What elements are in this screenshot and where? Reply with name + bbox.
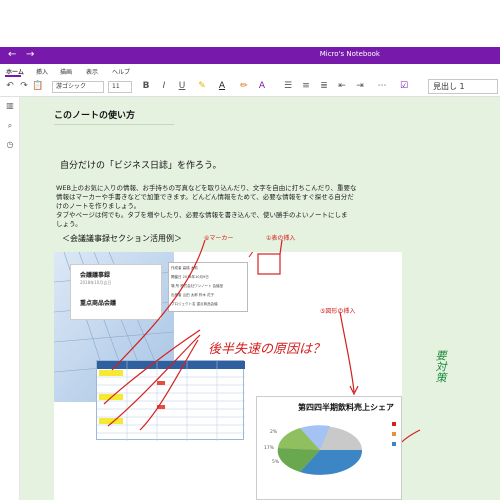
- paragraph-line[interactable]: しょう。: [56, 218, 82, 228]
- pie-percent-label: 17%: [264, 446, 275, 451]
- outdent-icon[interactable]: ⇤: [336, 80, 348, 92]
- ribbon-tabs: ホーム 挿入 描画 表示 ヘルプ: [0, 64, 500, 77]
- underline-button[interactable]: U: [176, 80, 188, 92]
- info-row: 作成者 高橋 大助: [171, 266, 198, 270]
- font-size-select[interactable]: 11: [108, 81, 132, 93]
- minutes-card-date: 2018年10月吉日: [80, 280, 112, 285]
- share-chart-title: 第四四半期飲料売上シェア: [298, 403, 394, 412]
- font-name-select[interactable]: 游ゴシック: [52, 81, 104, 93]
- tab-draw[interactable]: 描画: [60, 67, 72, 76]
- page-heading[interactable]: 自分だけの「ビジネス日誌」を作ろう。: [60, 158, 221, 171]
- redo-icon[interactable]: ↷: [18, 80, 30, 92]
- info-row: 場 所 株式会社ワンノート 会議室: [171, 284, 224, 288]
- title-bar: ← → Micro's Notebook: [0, 47, 500, 64]
- marker-annotation-label: ⑥マーカー: [204, 235, 234, 242]
- onenote-window: ← → Micro's Notebook ホーム 挿入 描画 表示 ヘルプ ↶ …: [0, 0, 500, 500]
- minutes-card-subtitle: 重点商品会議: [80, 300, 117, 307]
- indent-icon[interactable]: ⇥: [354, 80, 366, 92]
- minutes-card-title: 会議議事録: [80, 272, 111, 279]
- style-select[interactable]: 見出し 1: [428, 79, 498, 94]
- page-title[interactable]: このノートの使い方: [54, 108, 135, 121]
- bold-button[interactable]: B: [140, 80, 152, 92]
- undo-icon[interactable]: ↶: [4, 80, 16, 92]
- pie-percent-label: 2%: [270, 430, 278, 435]
- bullets-icon[interactable]: ☰: [282, 80, 294, 92]
- notebook-title: Micro's Notebook: [319, 50, 380, 58]
- info-row: 開催日 2018年10月9日: [171, 275, 209, 279]
- forward-button[interactable]: →: [26, 49, 34, 60]
- clear-format-icon[interactable]: A: [256, 80, 268, 92]
- paragraph-line[interactable]: タブやページは何でも。タブを増やしたり、必要な情報を書き込んで、使い勝手のよいノ…: [56, 209, 348, 219]
- shape-annotation-label: ⑤図形の挿入: [320, 308, 356, 315]
- format-painter-icon[interactable]: ✏: [238, 80, 250, 92]
- highlighter-icon[interactable]: ✎: [196, 80, 208, 92]
- pie-percent-label: 5%: [272, 460, 280, 465]
- align-icon[interactable]: ≣: [318, 80, 330, 92]
- paste-icon[interactable]: 📋: [32, 80, 44, 92]
- sales-table-grid: [97, 361, 245, 441]
- handwritten-note-green: 要対策: [434, 350, 447, 383]
- checkbox-tag-icon[interactable]: ☑: [398, 80, 410, 92]
- info-row: 出席者 山田 太郎 鈴木 花子: [171, 293, 214, 297]
- tab-view[interactable]: 表示: [86, 67, 98, 76]
- sales-table: [96, 360, 245, 441]
- more-options-icon[interactable]: ⋯: [376, 80, 388, 92]
- search-icon[interactable]: ⌕: [5, 121, 15, 131]
- handwritten-note-red: 後半失速の原因は？: [208, 342, 326, 357]
- table-annotation-label: ①表の挿入: [266, 235, 296, 242]
- notebooks-icon[interactable]: ▥: [5, 101, 15, 111]
- tab-help[interactable]: ヘルプ: [112, 67, 130, 76]
- tab-insert[interactable]: 挿入: [36, 67, 48, 76]
- title-divider: [54, 124, 174, 125]
- font-color-icon[interactable]: A: [216, 80, 228, 92]
- recent-icon[interactable]: ◷: [5, 140, 15, 150]
- back-button[interactable]: ←: [8, 49, 16, 60]
- info-row: プロジェクト名 重点商品会議: [171, 302, 218, 306]
- navigation-rail: ▥ ⌕ ◷: [0, 97, 20, 500]
- italic-button[interactable]: I: [158, 80, 170, 92]
- section-label[interactable]: ＜会議議事録セクション活用例＞: [62, 233, 182, 244]
- numbering-icon[interactable]: ≡: [300, 80, 312, 92]
